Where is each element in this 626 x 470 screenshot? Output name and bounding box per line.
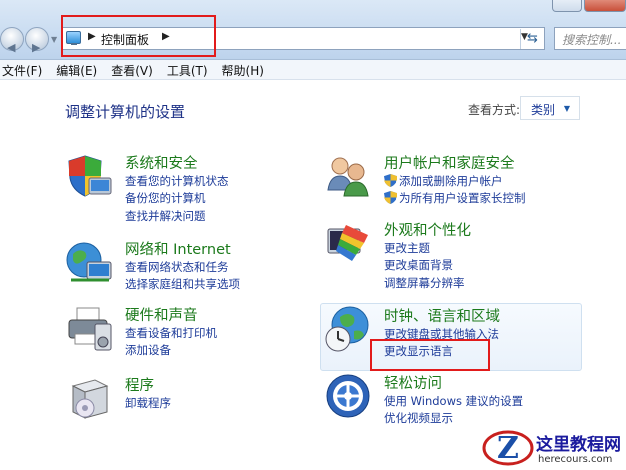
category-title[interactable]: 硬件和声音 <box>125 304 198 325</box>
menu-edit[interactable]: 编辑(E) <box>56 60 97 79</box>
printer-icon <box>68 307 112 351</box>
category-title[interactable]: 轻松访问 <box>384 372 442 393</box>
annotation-box-display-language <box>370 339 490 371</box>
link-windows-recommended-settings[interactable]: 使用 Windows 建议的设置 <box>384 393 523 410</box>
link-change-theme[interactable]: 更改主题 <box>384 240 465 257</box>
link-change-desktop-background[interactable]: 更改桌面背景 <box>384 257 465 274</box>
menu-tools[interactable]: 工具(T) <box>167 60 208 79</box>
view-by-label: 查看方式: <box>468 103 521 117</box>
refresh-icon[interactable]: ⇆ <box>520 29 544 49</box>
category-title[interactable]: 系统和安全 <box>125 152 198 173</box>
link-label: 为所有用户设置家长控制 <box>399 191 526 206</box>
uac-shield-icon <box>384 191 397 205</box>
link-find-fix-problems[interactable]: 查找并解决问题 <box>125 208 229 225</box>
category-title[interactable]: 时钟、语言和区域 <box>384 305 500 326</box>
link-uninstall-program[interactable]: 卸载程序 <box>125 395 171 412</box>
link-view-computer-status[interactable]: 查看您的计算机状态 <box>125 173 229 190</box>
menu-help[interactable]: 帮助(H) <box>222 60 264 79</box>
ease-of-access-icon <box>326 374 370 418</box>
link-homegroup-sharing[interactable]: 选择家庭组和共享选项 <box>125 276 240 293</box>
appearance-icon <box>327 225 368 261</box>
uac-shield-icon <box>384 174 397 187</box>
link-devices-printers[interactable]: 查看设备和打印机 <box>125 325 217 342</box>
link-view-network-status[interactable]: 查看网络状态和任务 <box>125 259 240 276</box>
network-globe-icon <box>66 242 112 282</box>
recent-pages-dropdown-icon[interactable]: ▼ <box>51 35 57 44</box>
category-title[interactable]: 网络和 Internet <box>125 238 231 259</box>
forward-button[interactable]: ▶ <box>25 27 49 54</box>
chevron-down-icon: ▼ <box>563 104 570 113</box>
users-icon <box>327 157 369 197</box>
watermark-url: herecours.com <box>538 454 613 465</box>
page-title: 调整计算机的设置 <box>65 103 186 121</box>
close-button[interactable] <box>584 0 626 12</box>
security-shield-icon <box>68 155 112 197</box>
minimize-button[interactable] <box>552 0 582 12</box>
annotation-box-address <box>61 15 216 57</box>
back-arrow-icon: ◀ <box>7 41 16 54</box>
clock-globe-icon <box>325 306 369 352</box>
link-parental-controls[interactable]: 为所有用户设置家长控制 <box>384 190 526 207</box>
window-controls <box>550 0 626 12</box>
programs-box-icon <box>71 379 109 419</box>
category-title[interactable]: 外观和个性化 <box>384 219 471 240</box>
view-by-value: 类别 <box>531 103 556 117</box>
menu-bar: 文件(F) 编辑(E) 查看(V) 工具(T) 帮助(H) <box>0 60 626 80</box>
menu-file[interactable]: 文件(F) <box>2 60 42 79</box>
link-backup-computer[interactable]: 备份您的计算机 <box>125 190 229 207</box>
link-add-remove-accounts[interactable]: 添加或删除用户帐户 <box>384 173 526 190</box>
menu-view[interactable]: 查看(V) <box>111 60 153 79</box>
search-input[interactable]: 搜索控制... <box>554 27 626 50</box>
watermark-text: 这里教程网 <box>536 435 621 455</box>
watermark-logo-icon: Z <box>482 430 534 466</box>
link-optimize-video-display[interactable]: 优化视频显示 <box>384 410 523 427</box>
link-label: 添加或删除用户帐户 <box>399 174 503 188</box>
link-add-device[interactable]: 添加设备 <box>125 342 217 359</box>
category-title[interactable]: 程序 <box>125 374 154 395</box>
forward-arrow-icon: ▶ <box>32 41 41 54</box>
view-by-dropdown[interactable]: 类别 ▼ <box>520 96 580 120</box>
category-title[interactable]: 用户帐户和家庭安全 <box>384 152 515 173</box>
link-adjust-resolution[interactable]: 调整屏幕分辨率 <box>384 275 465 292</box>
svg-text:Z: Z <box>497 431 519 466</box>
back-button[interactable]: ◀ <box>0 27 24 54</box>
watermark: Z 这里教程网 herecours.com <box>478 426 626 470</box>
